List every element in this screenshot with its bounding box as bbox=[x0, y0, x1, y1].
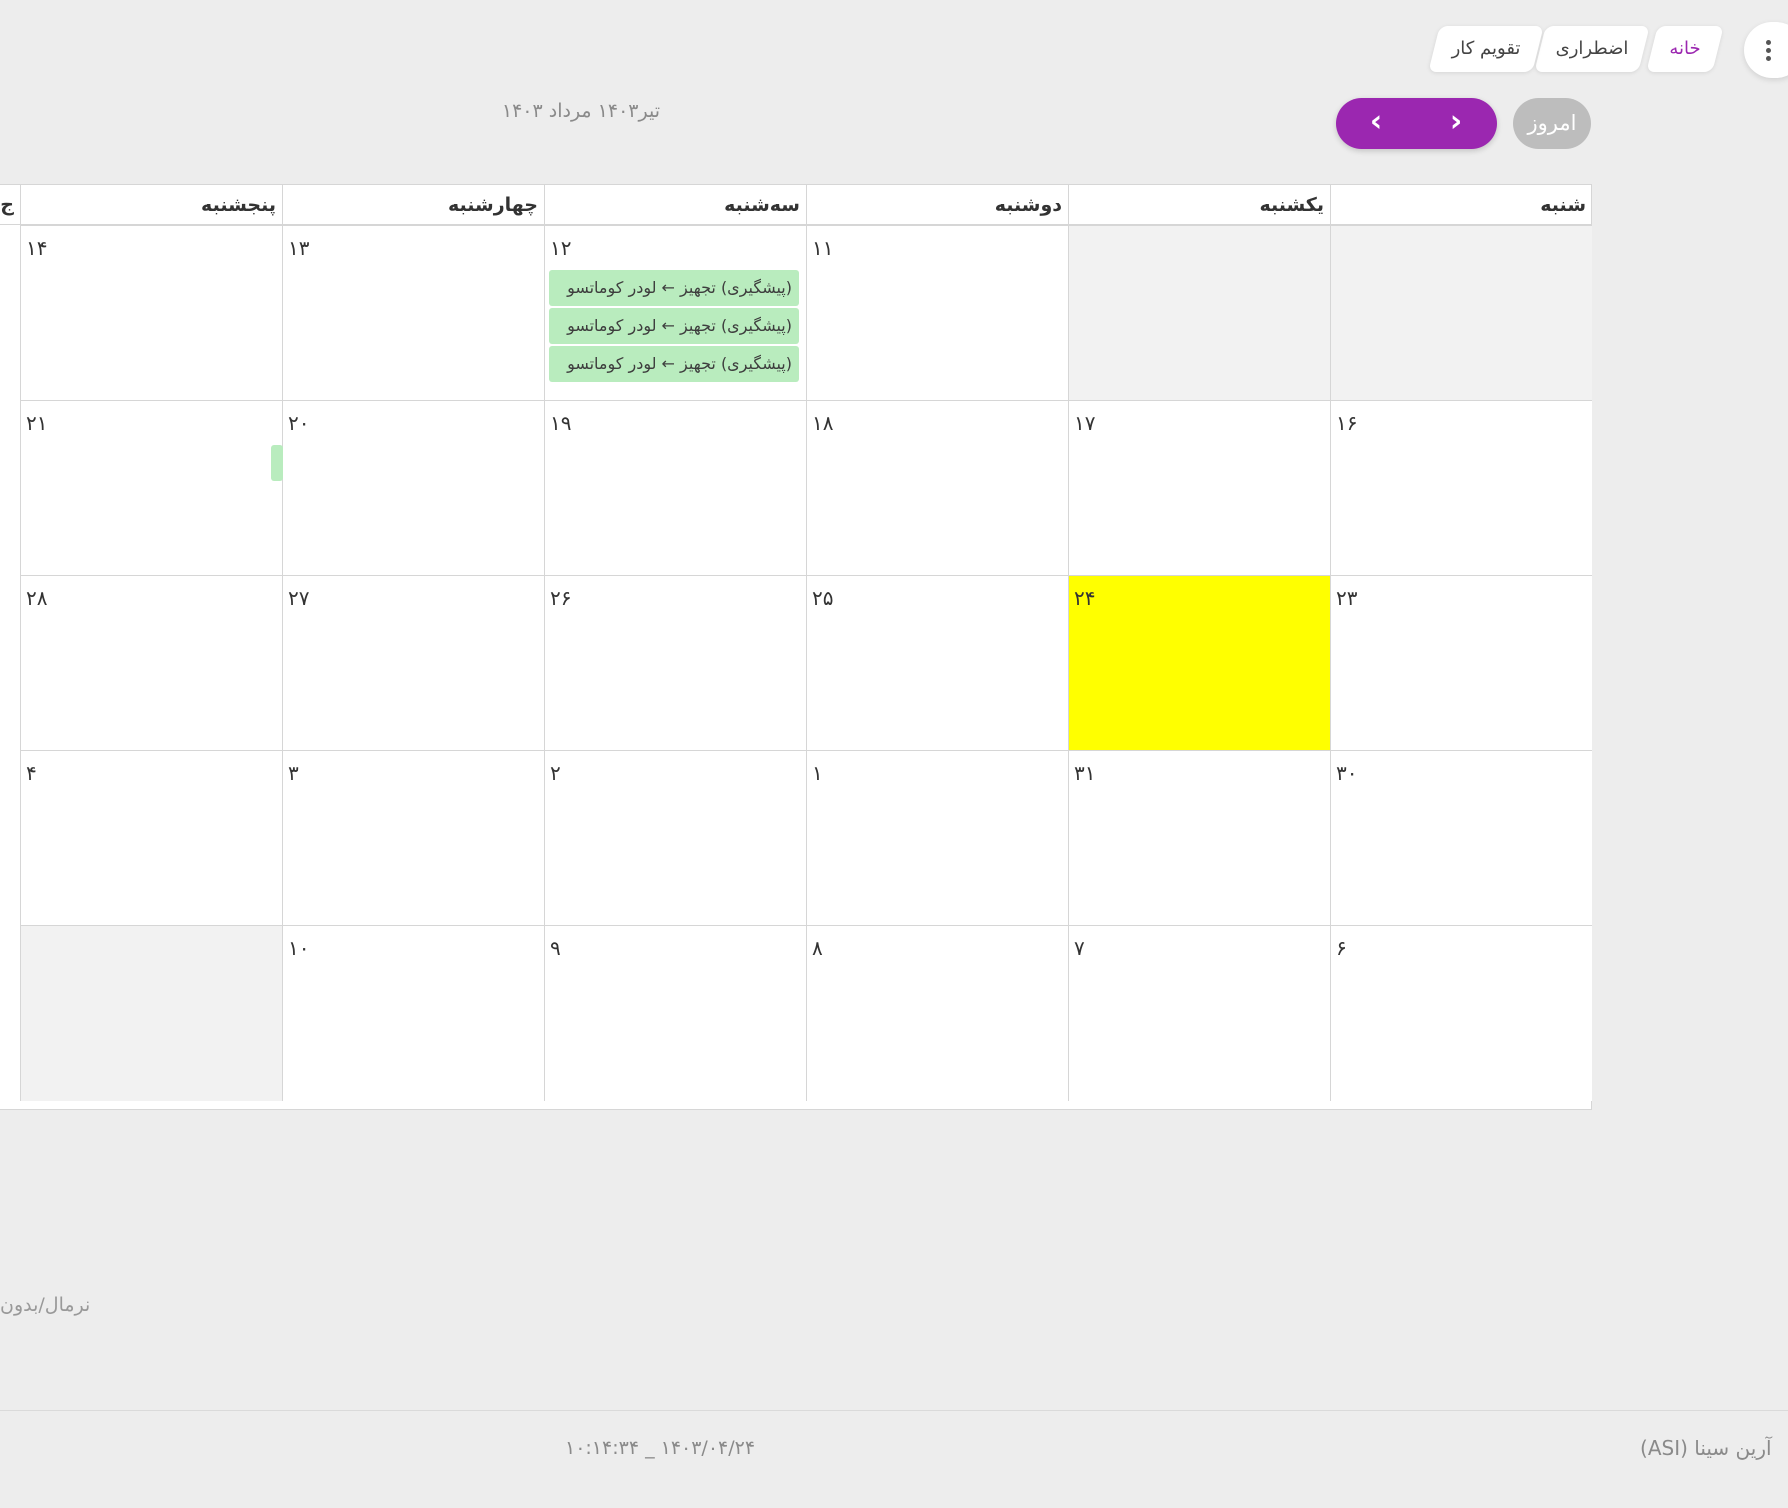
day-cell[interactable]: ۱۲ (پیشگیری) تجهیز ← لودر کوماتسو (پیشگیری… bbox=[544, 225, 806, 401]
day-number: ۱۸ bbox=[812, 411, 834, 435]
day-number: ۱۰ bbox=[288, 936, 310, 960]
day-number: ۳ bbox=[288, 761, 299, 785]
day-number: ۲۳ bbox=[1336, 586, 1358, 610]
calendar-event[interactable]: (پیشگیری) تجهیز ← لودر کوماتسو bbox=[549, 308, 799, 344]
day-number: ۲۴ bbox=[1074, 586, 1096, 610]
day-cell[interactable]: ۲۰ bbox=[282, 400, 544, 576]
chevron-right-icon[interactable]: › bbox=[1416, 98, 1496, 149]
legend-status-text: نرمال/بدون bbox=[0, 1294, 91, 1316]
period-title: تیر۱۴۰۳ مرداد ۱۴۰۳ bbox=[501, 100, 660, 122]
more-vertical-icon bbox=[1766, 40, 1772, 62]
day-cell[interactable]: ۳ bbox=[282, 750, 544, 926]
day-cell[interactable]: ۲ bbox=[544, 750, 806, 926]
day-number: ۱۷ bbox=[1074, 411, 1096, 435]
day-number: ۲۷ bbox=[288, 586, 310, 610]
day-cell[interactable]: ۹ bbox=[544, 925, 806, 1101]
day-number: ۲۱ bbox=[26, 411, 48, 435]
day-number: ۲۰ bbox=[288, 411, 310, 435]
day-number: ۶ bbox=[1336, 936, 1347, 960]
breadcrumb-emergency-label: اضطراری bbox=[1555, 38, 1629, 59]
weekday-label: سه‌شنبه bbox=[544, 185, 806, 225]
weekday-header: شنبه یکشنبه دوشنبه سه‌شنبه چهارشنبه پنجشنبه ج bbox=[0, 185, 1591, 225]
day-cell[interactable] bbox=[1330, 225, 1592, 401]
day-number: ۲۸ bbox=[26, 586, 48, 610]
day-number: ۱۲ bbox=[550, 236, 572, 260]
day-number: ۲۶ bbox=[550, 586, 572, 610]
day-cell[interactable]: ۳۱ bbox=[1068, 750, 1330, 926]
day-cell[interactable]: ۱۶ bbox=[1330, 400, 1592, 576]
day-cell[interactable]: ۳۰ bbox=[1330, 750, 1592, 926]
breadcrumb-home[interactable]: خانه bbox=[1646, 26, 1724, 72]
footer-brand: آرین سینا (ASI) bbox=[1640, 1436, 1772, 1460]
breadcrumb-home-label: خانه bbox=[1669, 38, 1701, 59]
work-calendar-page: خانه اضطراری تقویم کار امروز ‹ › تیر۱۴۰۳… bbox=[0, 0, 1788, 1508]
day-number: ۳۰ bbox=[1336, 761, 1358, 785]
weekday-label: شنبه bbox=[1330, 185, 1592, 225]
day-cell[interactable]: ۲۶ bbox=[544, 575, 806, 751]
day-number: ۱ bbox=[812, 761, 823, 785]
footer-divider bbox=[0, 1410, 1788, 1411]
day-cell[interactable]: ۲۵ bbox=[806, 575, 1068, 751]
day-cell[interactable] bbox=[1068, 225, 1330, 401]
day-number: ۲۵ bbox=[812, 586, 834, 610]
more-menu-button[interactable] bbox=[1744, 22, 1788, 78]
month-calendar: شنبه یکشنبه دوشنبه سه‌شنبه چهارشنبه پنجشنبه ج … bbox=[0, 184, 1592, 1110]
day-cell[interactable] bbox=[20, 925, 282, 1101]
day-cell[interactable]: ۲۸ bbox=[20, 575, 282, 751]
day-cell[interactable]: ۷ bbox=[1068, 925, 1330, 1101]
today-button[interactable]: امروز bbox=[1513, 98, 1591, 149]
day-number: ۱۴ bbox=[26, 236, 48, 260]
calendar-event[interactable]: (پیشگیری) تجهیز ← لودر کوماتسو bbox=[549, 346, 799, 382]
day-number: ۱۶ bbox=[1336, 411, 1358, 435]
day-cell-today[interactable]: ۲۴ bbox=[1068, 575, 1330, 751]
weekday-label: ج bbox=[0, 185, 20, 225]
weekday-label: یکشنبه bbox=[1068, 185, 1330, 225]
day-cell[interactable]: ۱۱ bbox=[806, 225, 1068, 401]
calendar-navigation: ‹ › bbox=[1336, 98, 1497, 149]
breadcrumb-work-calendar-label: تقویم کار bbox=[1451, 38, 1521, 59]
weekday-label: پنجشنبه bbox=[20, 185, 282, 225]
weekday-label: دوشنبه bbox=[806, 185, 1068, 225]
day-number: ۳۱ bbox=[1074, 761, 1096, 785]
day-number: ۹ bbox=[550, 936, 561, 960]
day-cell[interactable]: ۴ bbox=[20, 750, 282, 926]
calendar-event[interactable]: (پیشگیری) تجهیز ← لودر کوماتسو bbox=[549, 270, 799, 306]
day-cell[interactable]: ۱۹ bbox=[544, 400, 806, 576]
footer-datetime: ۱۰:۱۴:۳۴ _ ۱۴۰۳/۰۴/۲۴ bbox=[565, 1437, 756, 1459]
calendar-event-partial[interactable] bbox=[271, 445, 283, 481]
day-number: ۸ bbox=[812, 936, 823, 960]
day-number: ۲ bbox=[550, 761, 561, 785]
day-cell[interactable]: ۱۷ bbox=[1068, 400, 1330, 576]
day-cell[interactable]: ۸ bbox=[806, 925, 1068, 1101]
breadcrumb-emergency[interactable]: اضطراری bbox=[1534, 26, 1650, 72]
day-cell[interactable]: ۲۳ bbox=[1330, 575, 1592, 751]
day-cell[interactable]: ۱۳ bbox=[282, 225, 544, 401]
weekday-label: چهارشنبه bbox=[282, 185, 544, 225]
day-cell[interactable]: ۲۷ bbox=[282, 575, 544, 751]
day-number: ۱۳ bbox=[288, 236, 310, 260]
day-number: ۴ bbox=[26, 761, 37, 785]
breadcrumb-work-calendar[interactable]: تقویم کار bbox=[1428, 26, 1544, 72]
day-cell[interactable]: ۱۰ bbox=[282, 925, 544, 1101]
day-number: ۷ bbox=[1074, 936, 1085, 960]
day-cell[interactable]: ۱۴ bbox=[20, 225, 282, 401]
chevron-left-icon[interactable]: ‹ bbox=[1336, 98, 1416, 149]
day-cell[interactable]: ۱۸ bbox=[806, 400, 1068, 576]
day-cell[interactable]: ۱ bbox=[806, 750, 1068, 926]
day-cell[interactable]: ۲۱ bbox=[20, 400, 283, 576]
day-cell[interactable]: ۶ bbox=[1330, 925, 1592, 1101]
day-number: ۱۱ bbox=[812, 236, 834, 260]
day-number: ۱۹ bbox=[550, 411, 572, 435]
